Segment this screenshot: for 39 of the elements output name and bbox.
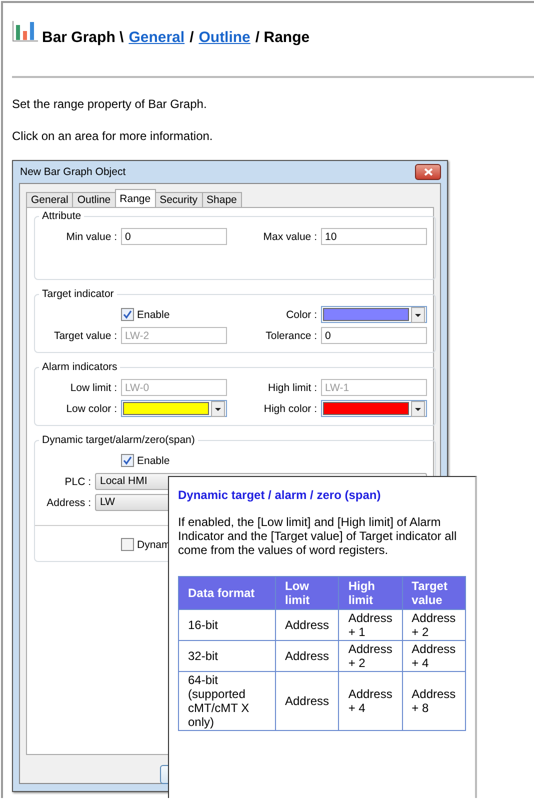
- field-label: Target value :: [52, 330, 117, 342]
- field-label: PLC :: [64, 476, 91, 488]
- window-title: New Bar Graph Object: [19, 166, 126, 178]
- column-header: Low limit: [276, 576, 339, 610]
- popup-title: Dynamic target / alarm / zero (span): [178, 488, 382, 502]
- field-label: Min value :: [65, 230, 117, 242]
- column-header: High limit: [338, 576, 402, 610]
- field-label: High color :: [262, 402, 317, 414]
- breadcrumb-text: Bar Graph \: [42, 29, 124, 46]
- column-header: Data format: [178, 576, 276, 610]
- table-cell: Address + 4: [338, 672, 402, 730]
- group-title: Alarm indicators: [41, 361, 118, 373]
- field-label: Low color :: [65, 402, 117, 414]
- table-cell: Address: [276, 672, 339, 730]
- group-title: Dynamic target/alarm/zero(span): [41, 434, 196, 446]
- column-header: Target value: [402, 576, 466, 610]
- field-label: Address :: [46, 496, 91, 508]
- table-cell: Address: [276, 610, 339, 640]
- group-title: Attribute: [41, 210, 82, 222]
- table-cell: 32-bit: [178, 640, 276, 672]
- breadcrumb-text: /: [190, 29, 194, 46]
- breadcrumb-text: / Range: [255, 29, 310, 46]
- table-cell: Address + 8: [402, 672, 466, 730]
- group-title: Target indicator: [41, 288, 115, 300]
- intro-text: Set the range property of Bar Graph.: [11, 96, 208, 110]
- field-label: Tolerance :: [264, 330, 317, 342]
- popup-text: If enabled, the [Low limit] and [High limit] of Alarm Indicator and the [Target value] of Target indicator all come from the values of word registers.: [178, 515, 458, 557]
- intro-text: Click on an area for more information.: [11, 128, 214, 142]
- table-cell: Address: [276, 640, 339, 672]
- field-label: Color :: [285, 308, 317, 320]
- table-cell: 16-bit: [178, 610, 276, 640]
- table-cell: Address + 1: [338, 610, 402, 640]
- field-label: Low limit :: [69, 382, 117, 394]
- table-cell: Address + 4: [402, 640, 466, 672]
- field-label: Max value :: [262, 230, 317, 242]
- field-label: High limit :: [266, 382, 317, 394]
- table-cell: 64-bit (supported cMT/cMT X only): [178, 672, 276, 730]
- table-cell: Address + 2: [338, 640, 402, 672]
- table-cell: Address + 2: [402, 610, 466, 640]
